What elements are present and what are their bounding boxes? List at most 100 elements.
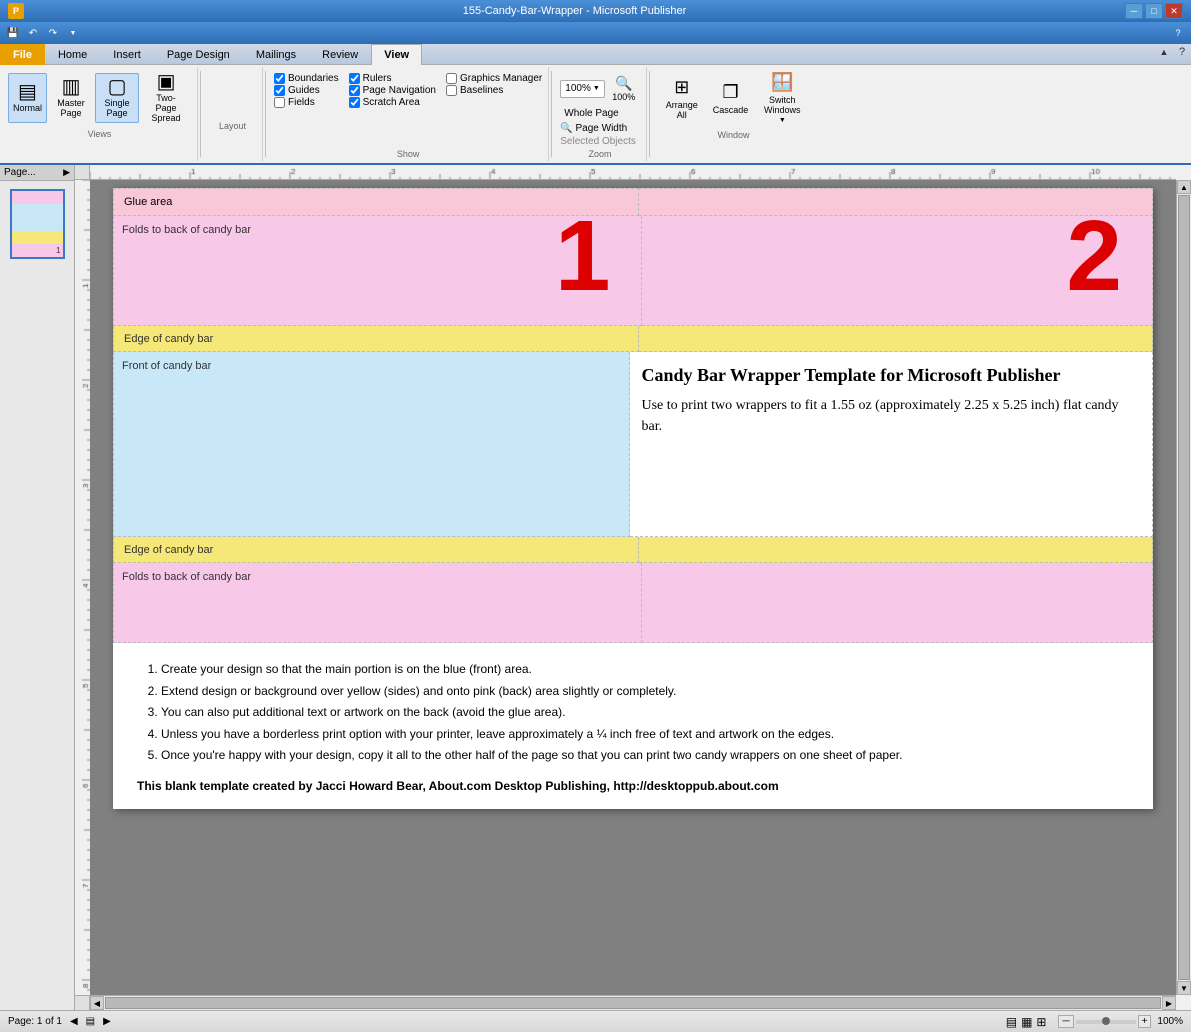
guides-checkbox-item[interactable]: Guides [274, 85, 339, 96]
baselines-checkbox[interactable] [446, 85, 457, 96]
h-scrollbar-row: ◀ ▶ [75, 995, 1191, 1010]
view-spread-icon[interactable]: ⊞ [1036, 1015, 1046, 1029]
selected-objects-button[interactable]: Selected Objects [560, 136, 636, 147]
close-button[interactable]: ✕ [1165, 3, 1183, 19]
credit-text: This blank template created by Jacci How… [137, 779, 1129, 793]
whole-page-label: Whole Page [564, 108, 618, 119]
canvas-content[interactable]: Glue area Folds to back of candy bar 1 [90, 180, 1176, 995]
edge-bottom-row: Edge of candy bar [113, 537, 1153, 563]
zoom-dropdown-arrow: ▼ [593, 85, 600, 92]
tab-mailings[interactable]: Mailings [243, 44, 309, 65]
views-group-label: Views [88, 129, 112, 139]
ribbon: File Home Insert Page Design Mailings Re… [0, 44, 1191, 165]
edge-bottom-label: Edge of candy bar [124, 544, 213, 556]
tab-page-design[interactable]: Page Design [154, 44, 243, 65]
graphics-mgr-checkbox-item[interactable]: Graphics Manager [446, 73, 542, 84]
window-group-label: Window [718, 130, 750, 140]
ribbon-group-views: ▤ Normal ▥ Master Page ▢ Single Page ▣ T… [2, 67, 198, 161]
window-controls: ─ □ ✕ [1125, 3, 1183, 19]
baselines-checkbox-item[interactable]: Baselines [446, 85, 542, 96]
folds-back2-right [642, 563, 1154, 643]
whole-page-button[interactable]: Whole Page [560, 106, 622, 121]
zoom-in-button[interactable]: + [1138, 1015, 1152, 1028]
zoom-100-button[interactable]: 🔍 100% [608, 73, 640, 104]
switch-windows-button[interactable]: 🪟 Switch Windows ▼ [755, 69, 809, 128]
fields-checkbox[interactable] [274, 97, 285, 108]
view-normal-icon[interactable]: ▤ [1006, 1015, 1017, 1029]
two-page-icon: ▣ [157, 72, 176, 92]
rulers-checkbox-item[interactable]: Rulers [349, 73, 436, 84]
single-page-icon: ▢ [108, 77, 127, 97]
page-width-button[interactable]: 🔍 Page Width [560, 123, 627, 134]
scratch-area-checkbox-item[interactable]: Scratch Area [349, 97, 436, 108]
page-width-label: Page Width [576, 123, 628, 134]
selected-objects-label: Selected Objects [560, 136, 636, 147]
folds-back2-label: Folds to back of candy bar [122, 571, 251, 583]
scroll-right-button[interactable]: ▶ [1162, 996, 1176, 1010]
master-page-button[interactable]: ▥ Master Page [49, 73, 93, 123]
sep2 [265, 71, 266, 157]
folds-back2-left: Folds to back of candy bar [113, 563, 642, 643]
tab-view[interactable]: View [371, 44, 422, 65]
views-buttons: ▤ Normal ▥ Master Page ▢ Single Page ▣ T… [8, 69, 191, 127]
scroll-up-button[interactable]: ▲ [1177, 180, 1191, 194]
edge-top-label: Edge of candy bar [124, 333, 213, 345]
single-page-button[interactable]: ▢ Single Page [95, 73, 139, 123]
view-single-icon[interactable]: ▦ [1021, 1015, 1032, 1029]
page-nav-checkbox[interactable] [349, 85, 360, 96]
tab-file[interactable]: File [0, 44, 45, 65]
show-col2: Rulers Page Navigation Scratch Area [349, 73, 436, 108]
folds-back2-row: Folds to back of candy bar [113, 563, 1153, 643]
page-thumbnail-1[interactable]: 1 [10, 189, 65, 259]
tab-home[interactable]: Home [45, 44, 100, 65]
normal-view-button[interactable]: ▤ Normal [8, 73, 47, 123]
scroll-down-button[interactable]: ▼ [1177, 981, 1191, 995]
graphics-mgr-checkbox[interactable] [446, 73, 457, 84]
h-scroll-thumb[interactable] [105, 997, 1161, 1009]
zoom-slider[interactable] [1076, 1020, 1136, 1024]
minimize-button[interactable]: ─ [1125, 3, 1143, 19]
qa-save-button[interactable]: 💾 [4, 25, 22, 41]
edge-bottom-right [639, 537, 1154, 563]
scratch-area-label: Scratch Area [363, 97, 420, 108]
two-page-spread-button[interactable]: ▣ Two-Page Spread [141, 69, 191, 127]
scratch-area-checkbox[interactable] [349, 97, 360, 108]
tab-insert[interactable]: Insert [100, 44, 154, 65]
zoom-slider-thumb[interactable] [1102, 1017, 1110, 1025]
guides-checkbox[interactable] [274, 85, 285, 96]
instruction-2: Extend design or background over yellow … [161, 681, 1129, 703]
front-right: Candy Bar Wrapper Template for Microsoft… [630, 352, 1154, 537]
ribbon-group-show: Boundaries Guides Fields [268, 67, 549, 161]
restore-button[interactable]: □ [1145, 3, 1163, 19]
help-minimize-icon[interactable]: ? [1169, 25, 1187, 41]
v-scroll-thumb[interactable] [1178, 195, 1190, 980]
boundaries-checkbox[interactable] [274, 73, 285, 84]
page-scroll-area[interactable]: 1 [0, 181, 74, 1010]
instruction-5: Once you're happy with your design, copy… [161, 745, 1129, 767]
ribbon-help-icon[interactable]: ? [1173, 44, 1191, 60]
ribbon-minimize-icon[interactable]: ▲ [1155, 44, 1173, 60]
rulers-checkbox[interactable] [349, 73, 360, 84]
app-window: P 155-Candy-Bar-Wrapper - Microsoft Publ… [0, 0, 1191, 1032]
zoom-dropdown[interactable]: 100% ▼ [560, 80, 605, 98]
ruler-row [75, 165, 1191, 180]
v-ruler-canvas [75, 180, 90, 995]
v-scrollbar[interactable]: ▲ ▼ [1176, 180, 1191, 995]
arrange-all-button[interactable]: ⊞ Arrange All [658, 74, 706, 124]
boundaries-checkbox-item[interactable]: Boundaries [274, 73, 339, 84]
fields-checkbox-item[interactable]: Fields [274, 97, 339, 108]
glue-row: Glue area [113, 188, 1153, 216]
window-title: 155-Candy-Bar-Wrapper - Microsoft Publis… [24, 5, 1125, 17]
qa-redo-button[interactable]: ↷ [44, 25, 62, 41]
zoom-out-button[interactable]: ─ [1058, 1015, 1073, 1028]
qa-dropdown-button[interactable]: ▼ [64, 25, 82, 41]
qa-undo-button[interactable]: ↶ [24, 25, 42, 41]
layout-group-label: Layout [219, 121, 246, 131]
h-scrollbar[interactable]: ◀ ▶ [90, 995, 1176, 1010]
cascade-button[interactable]: ❐ Cascade [708, 74, 754, 124]
folds-back-label: Folds to back of candy bar [122, 224, 251, 236]
page-nav-checkbox-item[interactable]: Page Navigation [349, 85, 436, 96]
ribbon-group-layout: Layout [203, 67, 263, 161]
tab-review[interactable]: Review [309, 44, 371, 65]
scroll-left-button[interactable]: ◀ [90, 996, 104, 1010]
